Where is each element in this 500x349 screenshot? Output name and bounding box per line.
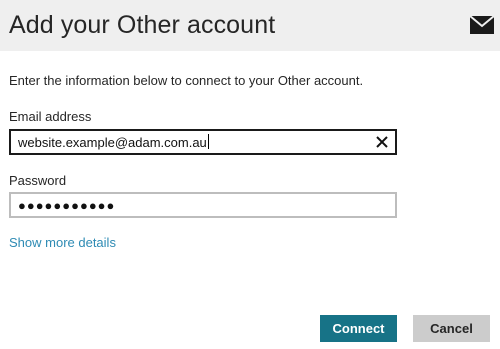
intro-text: Enter the information below to connect t… <box>9 73 364 88</box>
dialog-header: Add your Other account <box>0 0 500 51</box>
close-x-icon[interactable] <box>373 133 391 151</box>
email-value[interactable]: website.example@adam.com.au <box>18 134 358 151</box>
cancel-button[interactable]: Cancel <box>413 315 490 342</box>
show-more-details-link[interactable]: Show more details <box>9 235 116 251</box>
password-field[interactable]: ●●●●●●●●●●● <box>9 192 397 218</box>
dialog-title: Add your Other account <box>9 11 276 39</box>
mail-envelope-icon <box>470 16 494 34</box>
email-field[interactable]: website.example@adam.com.au <box>9 129 397 155</box>
text-caret <box>207 134 209 149</box>
password-value[interactable]: ●●●●●●●●●●● <box>18 197 115 214</box>
password-label: Password <box>9 173 67 188</box>
connect-button[interactable]: Connect <box>320 315 397 342</box>
email-label: Email address <box>9 109 92 124</box>
